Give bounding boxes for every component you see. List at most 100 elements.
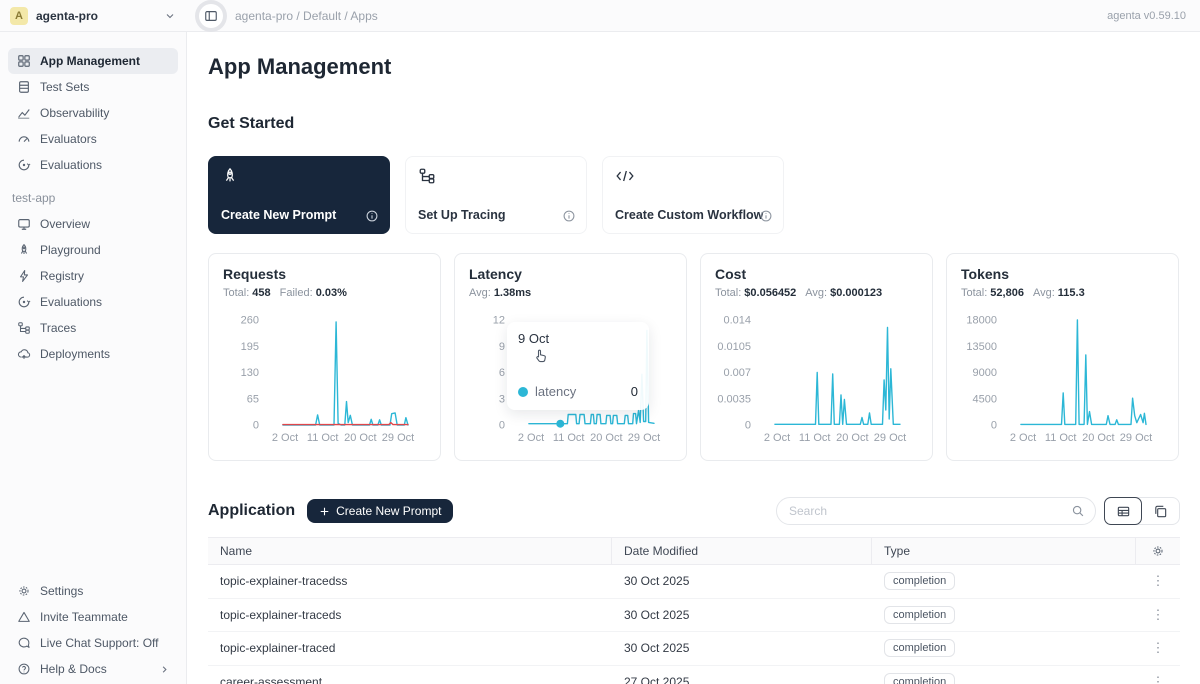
svg-text:0: 0 [499,420,505,432]
stat-value: 458 [252,287,270,299]
line-chart-icon [16,106,31,121]
panel-left-icon [204,9,218,23]
table-row[interactable]: career-assessment 27 Oct 2025 completion… [208,666,1180,684]
sidebar-item-live-chat[interactable]: Live Chat Support: Off [8,630,178,656]
app-name[interactable]: topic-explainer-traced [208,641,612,655]
stat-label: Avg: [1033,287,1055,299]
button-label: Create New Prompt [336,504,441,518]
stat-value: 1.38ms [494,287,531,299]
metric-stats: Total:458Failed:0.03% [223,287,426,299]
svg-text:11 Oct: 11 Oct [307,432,339,444]
svg-text:12: 12 [493,315,505,327]
workspace-avatar: A [10,7,28,25]
row-actions-menu[interactable]: ⋮ [1152,576,1165,586]
row-actions-menu[interactable]: ⋮ [1152,643,1165,653]
create-new-prompt-card[interactable]: Create New Prompt [208,156,390,234]
stat-value: 52,806 [990,287,1024,299]
app-name[interactable]: career-assessment [208,675,612,684]
table-settings-gear-icon[interactable] [1151,544,1165,558]
requests-chart[interactable]: 0651301952602 Oct11 Oct20 Oct29 Oct [209,306,442,456]
workspace-selector[interactable]: A agenta-pro [0,7,187,25]
evaluations-icon [16,295,31,310]
table-row[interactable]: topic-explainer-traced 30 Oct 2025 compl… [208,632,1180,666]
sidebar-item-app-management[interactable]: App Management [8,48,178,74]
table-view-button[interactable] [1104,497,1142,525]
sidebar-item-invite-teammate[interactable]: Invite Teammate [8,604,178,630]
sidebar-item-traces[interactable]: Traces [8,315,178,341]
svg-text:65: 65 [247,393,259,405]
table-row[interactable]: topic-explainer-tracedss 30 Oct 2025 com… [208,565,1180,599]
sidebar-item-label: Evaluations [40,295,102,309]
sidebar-item-evaluations[interactable]: Evaluations [8,152,178,178]
app-name[interactable]: topic-explainer-traceds [208,608,612,622]
trace-tree-icon [16,321,31,336]
svg-text:0.0105: 0.0105 [717,341,751,353]
stat-value: $0.056452 [744,287,796,299]
get-started-title: Get Started [208,115,1180,133]
app-date: 30 Oct 2025 [612,608,872,622]
sidebar-item-evaluators[interactable]: Evaluators [8,126,178,152]
svg-text:18000: 18000 [966,315,997,327]
sidebar-item-observability[interactable]: Observability [8,100,178,126]
sidebar-item-test-sets[interactable]: Test Sets [8,74,178,100]
sidebar-item-playground[interactable]: Playground [8,237,178,263]
type-badge: completion [884,606,955,624]
type-badge: completion [884,639,955,657]
breadcrumb[interactable]: agenta-pro / Default / Apps [235,9,1107,23]
sidebar-item-registry[interactable]: Registry [8,263,178,289]
cloud-icon [16,347,31,362]
sidebar-item-help-docs[interactable]: Help & Docs [8,656,178,682]
tokens-chart[interactable]: 04500900013500180002 Oct11 Oct20 Oct29 O… [947,306,1180,456]
sidebar-item-deployments[interactable]: Deployments [8,341,178,367]
app-name[interactable]: topic-explainer-tracedss [208,574,612,588]
svg-text:0.007: 0.007 [723,367,751,379]
gear-icon [16,584,31,599]
svg-text:13500: 13500 [966,341,997,353]
column-header-name[interactable]: Name [208,538,612,564]
row-actions-menu[interactable]: ⋮ [1152,677,1165,684]
evaluations-icon [16,158,31,173]
sidebar-item-label: Deployments [40,347,110,361]
cost-chart[interactable]: 00.00350.0070.01050.0142 Oct11 Oct20 Oct… [701,306,934,456]
cursor-hand-icon [533,348,549,364]
sidebar-item-label: Test Sets [40,80,89,94]
get-started-cards: Create New Prompt Set Up Tracing Create [208,156,1180,234]
application-header-row: Application Create New Prompt [208,497,1180,525]
info-icon[interactable] [562,209,576,223]
column-header-date-modified[interactable]: Date Modified [612,538,872,564]
info-icon[interactable] [759,209,773,223]
sidebar-toggle-button[interactable] [199,4,223,28]
view-toggle [1104,497,1180,525]
create-new-prompt-button[interactable]: Create New Prompt [307,499,453,523]
chart-tooltip: 9 Oct latency 0 [507,322,649,410]
card-view-button[interactable] [1141,498,1179,524]
stat-label: Total: [715,287,741,299]
svg-text:29 Oct: 29 Oct [628,432,660,444]
info-icon[interactable] [365,209,379,223]
column-header-type[interactable]: Type [872,538,1136,564]
sidebar-item-app-evaluations[interactable]: Evaluations [8,289,178,315]
svg-text:11 Oct: 11 Oct [553,432,585,444]
metric-stats: Total:52,806Avg:115.3 [961,287,1164,299]
metric-title: Latency [469,266,672,282]
plus-icon [319,506,330,517]
set-up-tracing-card[interactable]: Set Up Tracing [405,156,587,234]
table-row[interactable]: topic-explainer-traceds 30 Oct 2025 comp… [208,599,1180,633]
create-custom-workflow-card[interactable]: Create Custom Workflow [602,156,784,234]
app-date: 27 Oct 2025 [612,675,872,684]
sidebar-item-label: Overview [40,217,90,231]
sidebar-item-settings[interactable]: Settings [8,578,178,604]
search-icon[interactable] [1071,504,1085,518]
search-input[interactable] [787,503,1071,519]
tooltip-row: latency 0 [518,384,638,399]
app-version: agenta v0.59.10 [1107,10,1186,22]
row-actions-menu[interactable]: ⋮ [1152,610,1165,620]
svg-text:2 Oct: 2 Oct [272,432,298,444]
sidebar-item-overview[interactable]: Overview [8,211,178,237]
chevron-right-icon [159,664,170,675]
metric-title: Requests [223,266,426,282]
svg-text:130: 130 [241,367,259,379]
top-bar: A agenta-pro agenta-pro / Default / Apps… [0,0,1200,32]
sidebar-item-label: Invite Teammate [40,610,128,624]
sidebar-item-label: Evaluations [40,158,102,172]
